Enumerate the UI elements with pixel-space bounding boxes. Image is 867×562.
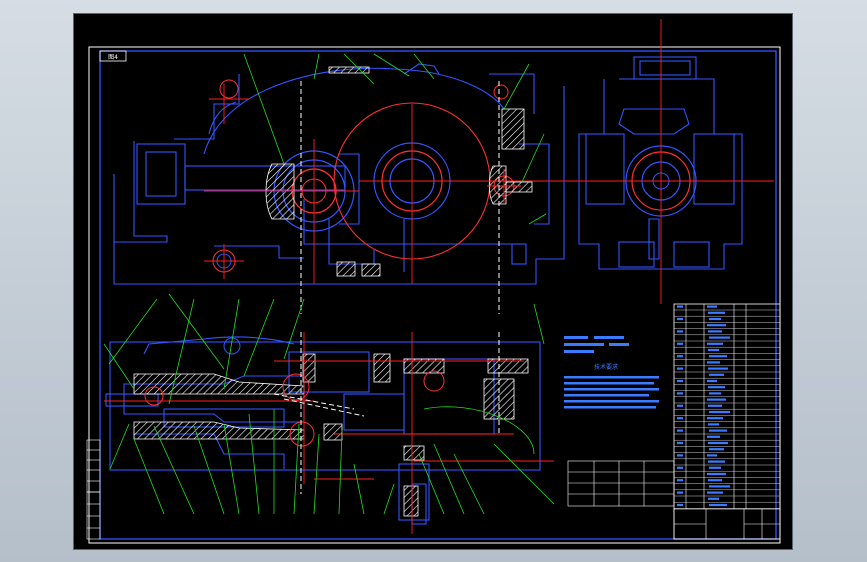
- parts-row-text: [709, 485, 730, 488]
- side-view: [549, 19, 774, 304]
- parts-row-number: [677, 404, 683, 407]
- parts-row-number: [677, 491, 683, 494]
- parts-row-number: [677, 367, 683, 370]
- parts-row-number: [677, 454, 683, 457]
- parts-row-text: [707, 324, 726, 327]
- parts-row-text: [708, 311, 725, 314]
- parts-row-text: [709, 392, 721, 395]
- cad-viewport[interactable]: 图4 技术要求: [73, 13, 793, 550]
- assembly-drawing: 图4 技术要求: [86, 19, 781, 544]
- parts-row-text: [707, 361, 720, 364]
- parts-row-text: [709, 410, 730, 414]
- parts-row-number: [677, 503, 683, 507]
- parts-row-number: [677, 441, 683, 445]
- title-block: [673, 508, 781, 540]
- parts-row-number: [677, 342, 683, 345]
- parts-row-number: [677, 429, 683, 432]
- parts-row-number: [677, 479, 683, 482]
- parts-row-text: [709, 448, 724, 451]
- parts-row-text: [707, 305, 717, 308]
- parts-row-text: [707, 342, 723, 345]
- parts-row-text: [709, 336, 730, 339]
- parts-row-text: [707, 435, 720, 438]
- parts-row-text: [707, 398, 726, 401]
- parts-row-text: [709, 355, 727, 358]
- characteristics-table: [567, 460, 675, 507]
- tech-notes: 技术要求: [564, 336, 659, 409]
- parts-row-text: [709, 317, 721, 321]
- parts-row-text: [708, 367, 728, 370]
- parts-row-text: [708, 386, 725, 389]
- tech-notes-title: 技术要求: [594, 363, 618, 371]
- parts-row-number: [677, 379, 683, 383]
- front-view: [113, 63, 565, 314]
- parts-row-text: [707, 472, 726, 476]
- parts-row-text: [709, 503, 727, 507]
- parts-row-text: [707, 379, 717, 383]
- parts-row-text: [708, 404, 722, 407]
- parts-row-number: [677, 355, 683, 358]
- parts-row-text: [709, 429, 727, 432]
- parts-row-text: [709, 466, 721, 469]
- parts-row-number: [677, 330, 683, 333]
- drawing-frame-inner: [99, 50, 777, 540]
- sheet-tag: 图4: [108, 54, 118, 61]
- parts-row-number: [677, 466, 683, 469]
- parts-row-text: [708, 479, 722, 482]
- parts-row-text: [708, 460, 725, 463]
- parts-row-number: [677, 417, 683, 420]
- parts-row-number: [677, 392, 683, 395]
- plan-view: [104, 332, 554, 534]
- parts-row-text: [708, 441, 728, 445]
- parts-row-text: [707, 417, 723, 420]
- parts-row-text: [708, 423, 719, 426]
- parts-row-text: [707, 454, 717, 457]
- drawing-frame-outer: [88, 46, 781, 544]
- parts-row-number: [677, 317, 683, 321]
- parts-row-text: [709, 373, 724, 376]
- parts-row-text: [708, 497, 719, 500]
- parts-row-text: [707, 491, 723, 494]
- parts-row-text: [708, 348, 719, 352]
- parts-list: [673, 303, 781, 540]
- parts-row-text: [708, 330, 722, 333]
- parts-row-number: [677, 305, 683, 308]
